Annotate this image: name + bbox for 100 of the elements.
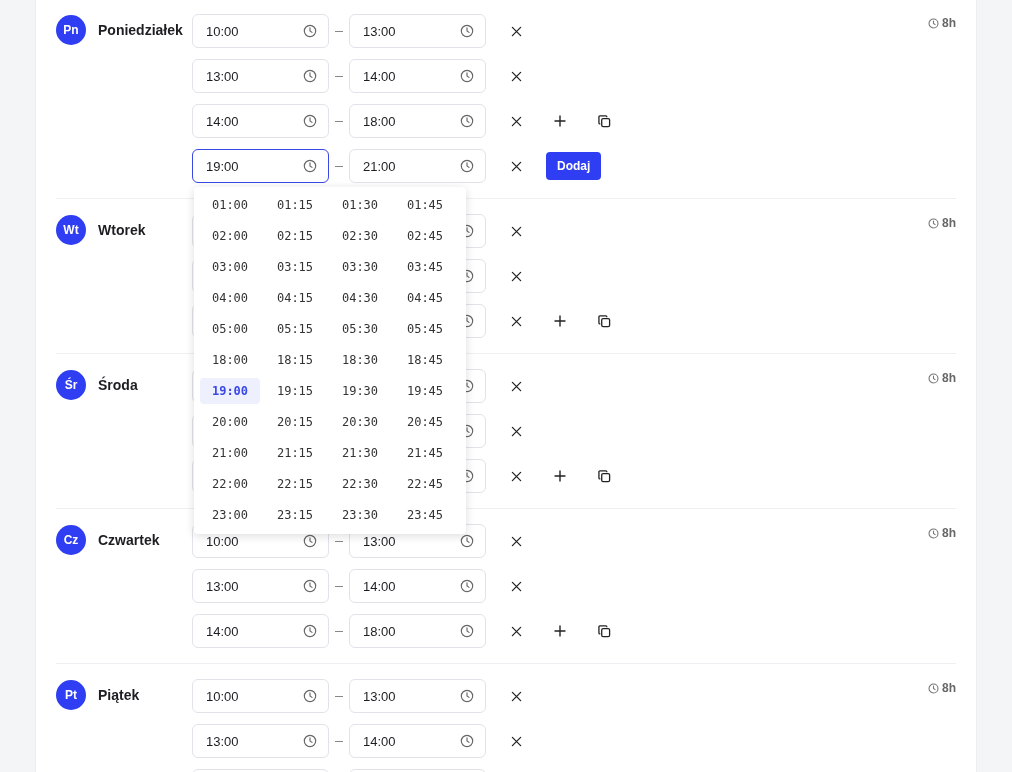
day-avatar: Cz <box>56 525 86 555</box>
day-name: Piątek <box>98 687 140 703</box>
copy-icon <box>597 114 611 128</box>
time-option[interactable]: 22:45 <box>395 470 455 497</box>
clock-icon <box>460 24 474 38</box>
close-icon <box>510 115 522 127</box>
close-icon <box>510 160 522 172</box>
time-option[interactable]: 19:00 <box>200 377 260 404</box>
close-icon <box>510 315 522 327</box>
end-time-field[interactable]: 14:00 <box>349 569 486 603</box>
clock-icon <box>928 17 939 29</box>
copy-icon <box>597 624 611 638</box>
close-icon <box>510 25 522 37</box>
start-time-field[interactable]: 14:00 <box>192 614 329 648</box>
time-option[interactable]: 03:00 <box>200 253 260 280</box>
time-option[interactable]: 21:15 <box>265 439 325 466</box>
time-option[interactable]: 20:15 <box>265 408 325 435</box>
dash-separator <box>335 695 343 697</box>
time-option[interactable]: 02:30 <box>330 222 390 249</box>
time-option[interactable]: 19:45 <box>395 377 455 404</box>
time-option[interactable]: 18:00 <box>200 346 260 373</box>
time-option[interactable]: 18:45 <box>395 346 455 373</box>
time-option[interactable]: 22:15 <box>265 470 325 497</box>
time-option[interactable]: 01:45 <box>395 191 455 218</box>
time-option[interactable]: 19:15 <box>265 377 325 404</box>
start-time-field[interactable]: 19:00 <box>192 149 329 183</box>
plus-icon <box>554 470 566 482</box>
clock-icon <box>460 624 474 638</box>
time-option[interactable]: 02:00 <box>200 222 260 249</box>
time-option[interactable]: 04:30 <box>330 284 390 311</box>
start-time-field[interactable]: 13:00 <box>192 59 329 93</box>
end-time-field[interactable]: 13:00 <box>349 14 486 48</box>
time-option[interactable]: 21:00 <box>200 439 260 466</box>
time-option[interactable]: 05:45 <box>395 315 455 342</box>
close-icon <box>510 270 522 282</box>
time-option[interactable]: 04:15 <box>265 284 325 311</box>
time-option[interactable]: 05:30 <box>330 315 390 342</box>
time-option[interactable]: 05:00 <box>200 315 260 342</box>
day-avatar: Śr <box>56 370 86 400</box>
dash-separator <box>335 630 343 632</box>
dash-separator <box>335 30 343 32</box>
end-time-field[interactable]: 14:00 <box>349 724 486 758</box>
end-time-field[interactable]: 14:00 <box>349 59 486 93</box>
time-option[interactable]: 21:30 <box>330 439 390 466</box>
time-option[interactable]: 19:30 <box>330 377 390 404</box>
add-button[interactable]: Dodaj <box>546 152 602 180</box>
time-option[interactable]: 01:15 <box>265 191 325 218</box>
time-option[interactable]: 22:00 <box>200 470 260 497</box>
copy-icon <box>597 469 611 483</box>
clock-icon <box>928 372 939 384</box>
time-option[interactable]: 04:45 <box>395 284 455 311</box>
clock-icon <box>303 24 317 38</box>
start-time-field[interactable]: 10:00 <box>192 14 329 48</box>
start-time-field[interactable]: 13:00 <box>192 569 329 603</box>
close-icon <box>510 70 522 82</box>
time-option[interactable]: 18:30 <box>330 346 390 373</box>
start-time-field[interactable]: 10:00 <box>192 679 329 713</box>
time-option[interactable]: 04:00 <box>200 284 260 311</box>
close-icon <box>510 535 522 547</box>
plus-icon <box>554 315 566 327</box>
time-option[interactable]: 05:15 <box>265 315 325 342</box>
time-option[interactable]: 18:15 <box>265 346 325 373</box>
end-time-field[interactable]: 13:00 <box>349 679 486 713</box>
time-option[interactable]: 03:15 <box>265 253 325 280</box>
clock-icon <box>460 734 474 748</box>
time-option[interactable]: 03:30 <box>330 253 390 280</box>
start-time-field[interactable]: 13:00 <box>192 724 329 758</box>
clock-icon <box>460 534 474 548</box>
time-option[interactable]: 20:45 <box>395 408 455 435</box>
time-option[interactable]: 22:30 <box>330 470 390 497</box>
end-time-field[interactable]: 21:00 <box>349 149 486 183</box>
copy-icon <box>597 314 611 328</box>
end-time-field[interactable]: 18:00 <box>349 614 486 648</box>
dash-separator <box>335 165 343 167</box>
clock-icon <box>928 682 939 694</box>
end-time-field[interactable]: 18:00 <box>349 104 486 138</box>
day-avatar: Pt <box>56 680 86 710</box>
time-option[interactable]: 20:30 <box>330 408 390 435</box>
clock-icon <box>303 69 317 83</box>
clock-icon <box>303 534 317 548</box>
time-option[interactable]: 02:15 <box>265 222 325 249</box>
clock-icon <box>460 159 474 173</box>
time-option[interactable]: 02:45 <box>395 222 455 249</box>
time-option[interactable]: 20:00 <box>200 408 260 435</box>
close-icon <box>510 225 522 237</box>
time-option[interactable]: 21:45 <box>395 439 455 466</box>
clock-icon <box>460 689 474 703</box>
hours-total: 8h <box>942 371 956 385</box>
close-icon <box>510 470 522 482</box>
time-option[interactable]: 03:45 <box>395 253 455 280</box>
day-avatar: Pn <box>56 15 86 45</box>
dash-separator <box>335 120 343 122</box>
clock-icon <box>928 217 939 229</box>
start-time-field[interactable]: 14:00 <box>192 104 329 138</box>
clock-icon <box>303 159 317 173</box>
time-option[interactable]: 01:30 <box>330 191 390 218</box>
hours-total: 8h <box>942 681 956 695</box>
time-option[interactable]: 01:00 <box>200 191 260 218</box>
day-name: Poniedziałek <box>98 22 183 38</box>
clock-icon <box>460 579 474 593</box>
